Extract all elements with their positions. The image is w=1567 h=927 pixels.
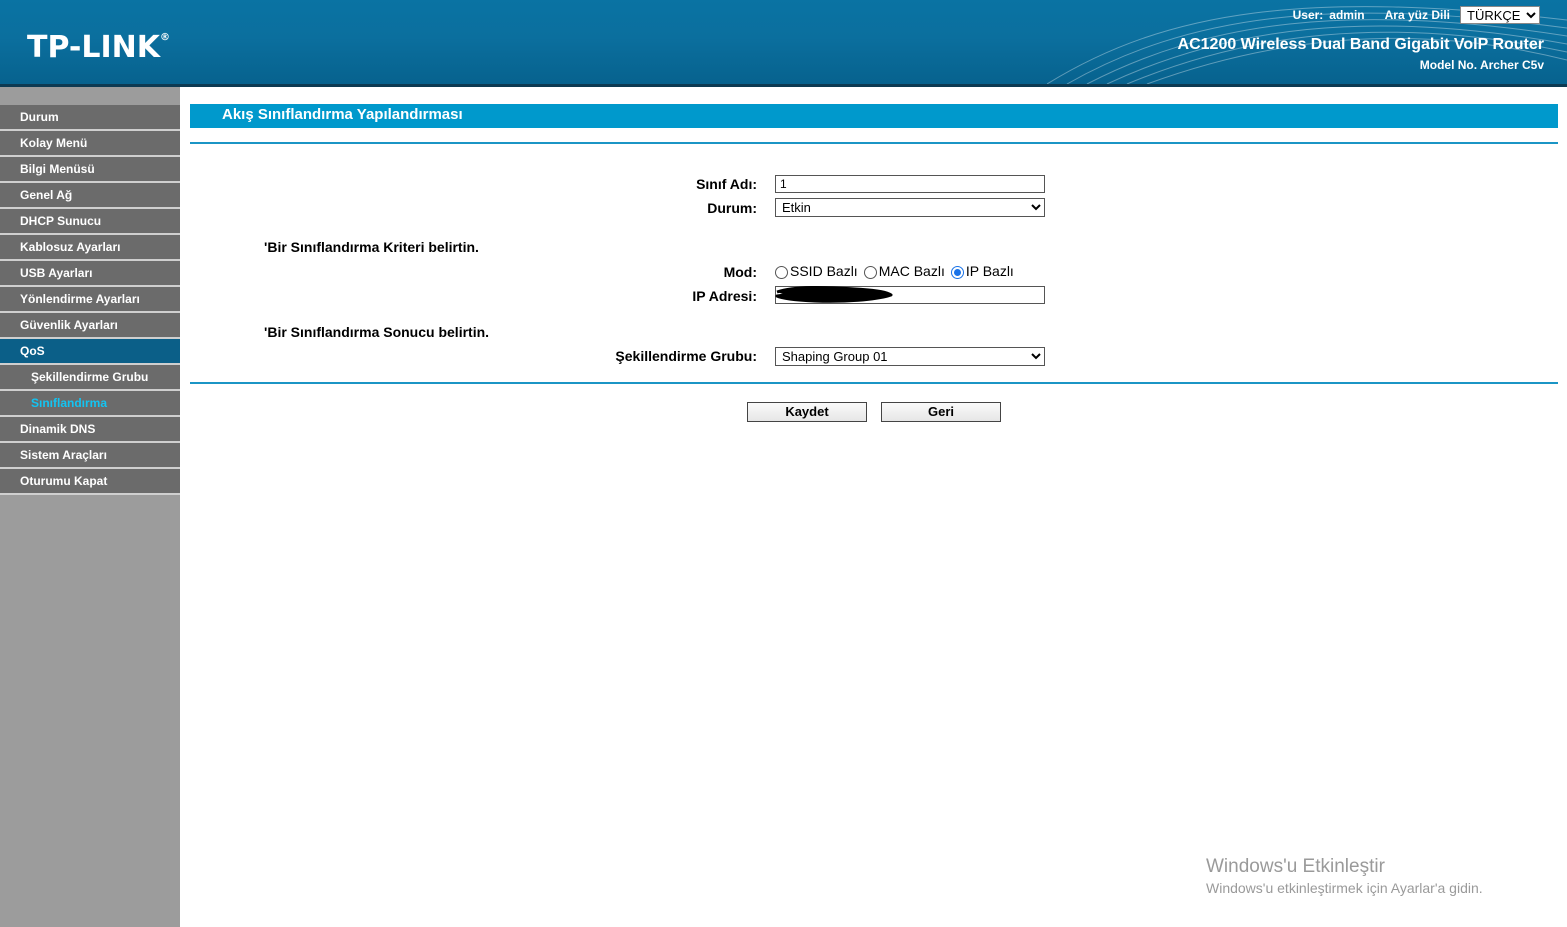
sidebar-item-bilgi-menusu[interactable]: Bilgi Menüsü [0,157,180,183]
sidebar-item-dinamik-dns[interactable]: Dinamik DNS [0,417,180,443]
shaping-group-label: Şekillendirme Grubu: [615,348,757,364]
mode-radio-ip[interactable] [950,265,964,279]
sidebar-item-genel-ag[interactable]: Genel Ağ [0,183,180,209]
model-number: Model No. Archer C5v [1419,58,1544,72]
top-rule [190,142,1558,144]
mode-option-mac: MAC Bazlı [878,263,945,279]
header-bar: TP-LINK® User: admin Ara yüz Dili TÜRKÇE… [0,0,1567,84]
status-select[interactable]: Etkin [775,198,1045,217]
sidebar-item-yonlendirme-ayarlari[interactable]: Yönlendirme Ayarları [0,287,180,313]
mode-radio-ssid[interactable] [775,265,788,279]
sidebar-subitem-siniflandirma[interactable]: Sınıflandırma [0,391,180,417]
product-name: AC1200 Wireless Dual Band Gigabit VoIP R… [1177,36,1544,53]
criteria-note: 'Bir Sınıflandırma Kriteri belirtin. [264,239,479,255]
language-label: Ara yüz Dili [1384,8,1450,22]
user-name: admin [1329,8,1365,22]
mode-radio-group: SSID Bazlı MAC Bazlı IP Bazlı [775,263,1020,279]
sidebar-item-sistem-araclari[interactable]: Sistem Araçları [0,443,180,469]
shaping-group-select[interactable]: Shaping Group 01 [775,347,1045,366]
sidebar-item-oturumu-kapat[interactable]: Oturumu Kapat [0,469,180,495]
header-divider [0,84,1567,87]
save-button[interactable]: Kaydet [747,402,867,422]
result-note: 'Bir Sınıflandırma Sonucu belirtin. [264,324,490,340]
mode-label: Mod: [723,264,757,280]
mode-option-ip: IP Bazlı [965,263,1014,279]
page-title: Akış Sınıflandırma Yapılandırması [190,104,1558,128]
class-name-input[interactable] [775,175,1045,193]
mode-option-ssid: SSID Bazlı [790,263,858,279]
tp-link-logo: TP-LINK® [27,30,171,65]
sidebar-item-usb-ayarlari[interactable]: USB Ayarları [0,261,180,287]
class-name-label: Sınıf Adı: [696,176,757,192]
language-select[interactable]: TÜRKÇE [1460,6,1540,24]
sidebar-item-dhcp-sunucu[interactable]: DHCP Sunucu [0,209,180,235]
bottom-rule [190,382,1558,384]
sidebar: Durum Kolay Menü Bilgi Menüsü Genel Ağ D… [0,87,180,927]
sidebar-subitem-sekillendirme-grubu[interactable]: Şekillendirme Grubu [0,365,180,391]
windows-activation-watermark: Windows'u Etkinleştir Windows'u etkinleş… [1206,856,1483,896]
ip-address-label: IP Adresi: [692,288,757,304]
user-box: User: admin Ara yüz Dili TÜRKÇE [1293,6,1540,24]
sidebar-item-kolay-menu[interactable]: Kolay Menü [0,131,180,157]
main-panel: Akış Sınıflandırma Yapılandırması [190,104,1558,144]
watermark-title: Windows'u Etkinleştir [1206,856,1385,877]
mode-radio-mac[interactable] [863,265,877,279]
watermark-subtitle: Windows'u etkinleştirmek için Ayarlar'a … [1206,880,1483,896]
sidebar-item-qos[interactable]: QoS [0,339,180,365]
status-label: Durum: [707,200,757,216]
sidebar-item-guvenlik-ayarlari[interactable]: Güvenlik Ayarları [0,313,180,339]
sidebar-item-kablosuz-ayarlari[interactable]: Kablosuz Ayarları [0,235,180,261]
back-button[interactable]: Geri [881,402,1001,422]
sidebar-item-durum[interactable]: Durum [0,105,180,131]
redaction-scribble [775,285,893,303]
user-label: User: [1292,8,1324,22]
